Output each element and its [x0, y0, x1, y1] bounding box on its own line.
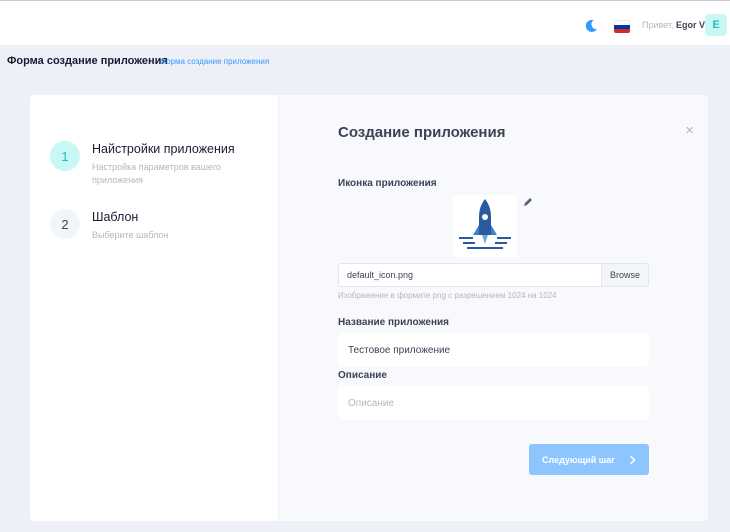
form-pane: Создание приложения ✕ Иконка приложения	[279, 95, 708, 521]
icon-label: Иконка приложения	[338, 178, 437, 189]
wizard-steps: 1 Найстройки приложения Настройка параме…	[30, 95, 279, 521]
description-input[interactable]: Описание	[338, 386, 649, 420]
breadcrumb[interactable]: Форма создание приложения	[160, 57, 269, 66]
file-name[interactable]: default_icon.png	[339, 264, 601, 286]
chevron-right-icon	[630, 455, 636, 464]
step-description: Настройка параметров вашего приложения	[92, 162, 222, 185]
user-greeting[interactable]: Привет, Egor V	[642, 20, 705, 30]
form-title: Создание приложения	[338, 124, 506, 141]
description-label: Описание	[338, 370, 387, 381]
name-label: Название приложения	[338, 317, 450, 328]
wizard-step-template[interactable]: 2 Шаблон Выберите шаблон	[50, 209, 242, 242]
app-name-input[interactable]: Тестовое приложение	[338, 333, 649, 367]
next-step-label: Следующий шаг	[541, 454, 616, 465]
file-hint: Изображение в формате png с разрешением …	[338, 291, 557, 300]
step-number: 2	[50, 209, 80, 239]
app-icon-preview	[453, 195, 517, 257]
close-icon[interactable]: ✕	[685, 124, 694, 137]
wizard-step-settings[interactable]: 1 Найстройки приложения Настройка параме…	[50, 141, 242, 187]
russian-flag-icon[interactable]	[614, 20, 630, 33]
wizard-card: 1 Найстройки приложения Настройка параме…	[30, 95, 708, 521]
rocket-icon	[459, 199, 511, 249]
greeting-text: Привет,	[642, 20, 674, 30]
step-number: 1	[50, 141, 80, 171]
avatar[interactable]: E	[705, 14, 727, 36]
browse-button[interactable]: Browse	[601, 264, 648, 286]
step-description: Выберите шаблон	[92, 230, 169, 240]
file-upload[interactable]: default_icon.png Browse	[338, 263, 649, 287]
pencil-icon[interactable]	[522, 195, 534, 207]
step-title: Найстройки приложения	[92, 142, 235, 156]
user-name: Egor V	[676, 20, 706, 30]
moon-icon[interactable]	[583, 18, 599, 34]
next-step-button[interactable]: Следующий шаг	[529, 444, 649, 475]
page-title: Форма создание приложения	[7, 55, 168, 67]
step-title: Шаблон	[92, 210, 139, 224]
top-header: Привет, Egor V E	[0, 0, 730, 45]
